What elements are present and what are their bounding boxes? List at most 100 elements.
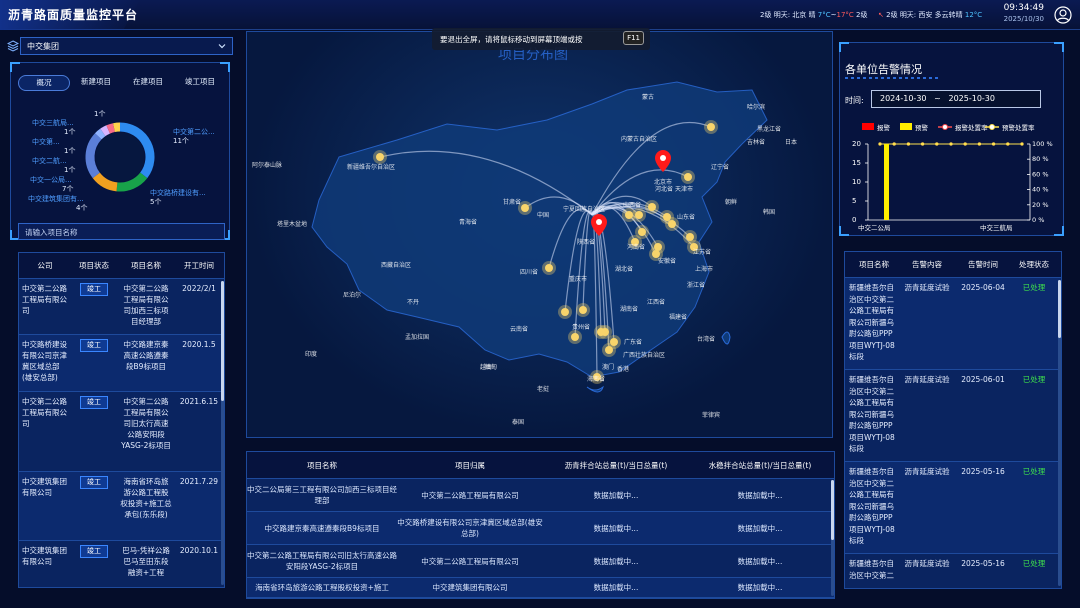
rate-point[interactable] — [949, 142, 953, 146]
table-row[interactable]: 新疆维吾尔自治区中交第二公路工程局有限公司新疆乌尉公路包PPP项目WYTJ-08… — [845, 370, 1061, 462]
legend-label: 预警处置率 — [1002, 123, 1035, 132]
project-point[interactable] — [635, 211, 643, 219]
rate-point[interactable] — [892, 142, 896, 146]
project-donut-chart — [85, 122, 155, 192]
project-point[interactable] — [625, 211, 633, 219]
legend-marker — [989, 124, 995, 130]
left-table-scrollbar[interactable] — [221, 281, 224, 585]
rate-point[interactable] — [977, 142, 981, 146]
scroll-thumb[interactable] — [1058, 280, 1061, 338]
project-search-input[interactable]: 请输入项目名称 — [18, 223, 225, 240]
map-label: 广东省 — [624, 339, 643, 346]
date-start: 2024-10-30 — [880, 94, 927, 103]
rate-point[interactable] — [992, 142, 996, 146]
project-point[interactable] — [579, 306, 587, 314]
cell-status: 已处理 — [1022, 467, 1046, 476]
project-point[interactable] — [648, 203, 656, 211]
table-row[interactable]: 中交路建京秦高速遵秦段B9标项目 中交路桥建设有限公司京津冀区域总部(雄安总部)… — [247, 512, 834, 545]
status-button[interactable]: 竣工 — [80, 476, 108, 489]
project-point[interactable] — [668, 220, 676, 228]
scroll-thumb[interactable] — [831, 480, 834, 540]
map-label: 陕西省 — [577, 239, 596, 246]
bottom-table-scrollbar[interactable] — [831, 480, 834, 596]
alarm-bar-chart: 报警 预警 报警处置率 预警处置率 20 15 10 5 0 100 % 80 % 60 % 40 % 2… — [852, 123, 1053, 232]
donut-center — [95, 132, 145, 182]
cell-start-date: 2022/2/1 — [182, 284, 216, 293]
user-icon[interactable] — [1054, 6, 1072, 24]
rate-point[interactable] — [963, 142, 967, 146]
table-row[interactable]: 新疆维吾尔自治区中交第二 沥青延度试验 2025-05-16 已处理 — [845, 554, 1061, 588]
project-point[interactable] — [605, 346, 613, 354]
status-button[interactable]: 竣工 — [80, 545, 108, 558]
donut-slice[interactable] — [106, 123, 115, 134]
tab-ongoing-projects[interactable]: 在建项目 — [128, 75, 168, 91]
tab-new-projects[interactable]: 新建项目 — [76, 75, 116, 91]
project-point[interactable] — [707, 123, 715, 131]
y2-tick-label: 20 % — [1032, 201, 1049, 209]
company-select-value: 中交集团 — [27, 42, 59, 51]
project-point[interactable] — [597, 328, 605, 336]
scroll-thumb[interactable] — [221, 281, 224, 401]
rate-point[interactable] — [878, 142, 882, 146]
donut-slice[interactable] — [113, 122, 121, 133]
table-row[interactable]: 中交第二公路工程局有限公司旧太行高速公路安阳段YASG-2标项目 中交第二公路工… — [247, 545, 834, 578]
table-row[interactable]: 新疆维吾尔自治区中交第二公路工程局有限公司新疆乌尉公路包PPP项目WYTJ-08… — [845, 462, 1061, 554]
cell-project-name: 中交第二公路工程局有限公司旧太行高速公路安阳段YASG-2标项目 — [247, 551, 397, 571]
table-row[interactable]: 中交建筑集团有限公司 竣工 巴马-凭祥公路巴马至田东段融资+工程 2020.10… — [19, 541, 224, 587]
table-row[interactable]: 中交建筑集团有限公司 竣工 海南省环岛旅游公路工程股权投资+施工总承包(东乐段)… — [19, 472, 224, 541]
bar[interactable] — [884, 144, 889, 220]
project-point[interactable] — [545, 264, 553, 272]
status-button[interactable]: 竣工 — [80, 339, 108, 352]
project-point[interactable] — [521, 204, 529, 212]
company-select[interactable]: 中交集团 — [20, 37, 233, 55]
donut-label-count: 7个 — [62, 185, 74, 193]
project-point[interactable] — [638, 228, 646, 236]
status-button[interactable]: 竣工 — [80, 396, 108, 409]
china-map-graphic[interactable] — [247, 32, 832, 437]
f11-key: F11 — [623, 31, 644, 45]
donut-slice[interactable] — [94, 128, 106, 140]
left-project-table: 公司 项目状态 项目名称 开工时间 中交第二公路工程局有限公司 竣工 中交第二公… — [18, 252, 225, 588]
project-map[interactable]: 哈尔滨 黑龙江省 内蒙古自治区 吉林省 辽宁省 北京市 河北省 天津市 山西省 宁夏回族自治区 甘肃… — [246, 31, 833, 438]
project-point[interactable] — [376, 153, 384, 161]
cell-owner: 中交第二公路工程局有限公司 — [421, 556, 519, 566]
tab-completed-projects[interactable]: 竣工项目 — [180, 75, 220, 91]
cell-alarm-content: 沥青延度试验 — [904, 375, 950, 384]
table-row[interactable]: 中交二公局第三工程有限公司加西三标项目经理部 中交第二公路工程局有限公司 数据加… — [247, 479, 834, 512]
tab-overview[interactable]: 概况 — [18, 75, 70, 91]
date-range-picker[interactable]: 2024-10-30 ~ 2025-10-30 — [871, 90, 1041, 108]
rate-point[interactable] — [921, 142, 925, 146]
column-header: 项目名称 — [131, 261, 161, 270]
map-label: 广西壮族自治区 — [623, 352, 666, 359]
map-label: 泰国 — [512, 419, 525, 426]
table-row[interactable]: 中交路桥建设有限公司京津冀区域总部(雄安总部) 竣工 中交路建京秦高速公路遵秦段… — [19, 335, 224, 392]
project-point[interactable] — [561, 308, 569, 316]
map-label: 阿尔泰山脉 — [252, 162, 283, 169]
rate-point[interactable] — [1006, 142, 1010, 146]
table-row[interactable]: 海南省环岛旅游公路工程股权投资+施工 中交建筑集团有限公司 数据加载中... 数… — [247, 578, 834, 598]
table-row[interactable]: 中交第二公路工程局有限公司 竣工 中交第二公路工程局有限公司加西三标项目经理部 … — [19, 279, 224, 335]
map-label: 辽宁省 — [711, 164, 730, 171]
rate-point[interactable] — [906, 142, 910, 146]
column-header: 项目名称 — [859, 260, 889, 269]
y2-tick-label: 100 % — [1032, 140, 1053, 148]
status-button[interactable]: 竣工 — [80, 283, 108, 296]
table-row[interactable]: 中交第二公路工程局有限公司 竣工 中交第二公路工程局有限公司旧太行高速公路安阳段… — [19, 392, 224, 472]
project-point[interactable] — [684, 173, 692, 181]
hainan-island — [586, 385, 604, 393]
legend-swatch[interactable] — [862, 123, 874, 130]
y-tick-label: 5 — [852, 197, 856, 205]
donut-label-count: 4个 — [76, 204, 88, 212]
legend-swatch[interactable] — [900, 123, 912, 130]
donut-slice[interactable] — [100, 125, 111, 137]
rate-point[interactable] — [935, 142, 939, 146]
cell-asphalt-total: 数据加载中... — [593, 490, 639, 500]
cell-start-date: 2021.7.29 — [179, 477, 219, 486]
cell-start-date: 2020.1.5 — [182, 340, 216, 349]
table-row[interactable]: 新疆维吾尔自治区中交第二公路工程局有限公司新疆乌尉公路包PPP项目WYTJ-08… — [845, 278, 1061, 370]
alarm-table-scrollbar[interactable] — [1058, 280, 1061, 586]
project-point[interactable] — [686, 233, 694, 241]
cell-project-name: 海南省环岛旅游公路工程股权投资+施工总承包(东乐段) — [120, 477, 172, 519]
project-point[interactable] — [571, 333, 579, 341]
rate-point[interactable] — [1020, 142, 1024, 146]
